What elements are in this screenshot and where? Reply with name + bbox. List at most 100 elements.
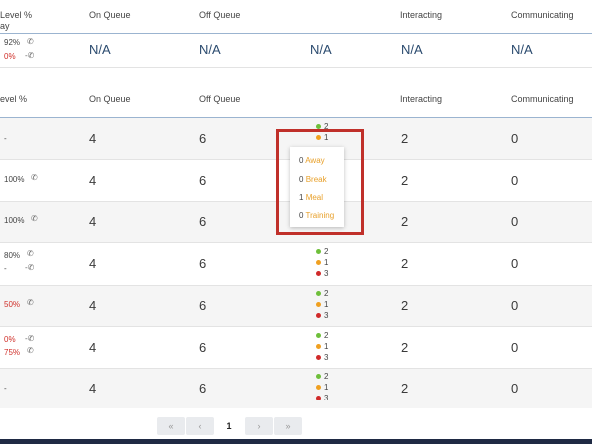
phone-icon: ✆ [31, 173, 38, 182]
row-interacting: 2 [401, 173, 409, 188]
row-pct2: - [4, 264, 7, 273]
row-pct1: 100% [4, 175, 25, 184]
row-pct1: - [4, 134, 7, 143]
prev-page-button[interactable]: ‹ [186, 417, 214, 435]
row-off-queue: 6 [199, 131, 207, 146]
summary-mid: N/A [310, 42, 332, 57]
row-on-queue: 4 [89, 256, 97, 271]
divider [0, 285, 592, 286]
row-interacting: 2 [401, 256, 409, 271]
orange-dot-icon [316, 344, 321, 350]
header-interacting-2[interactable]: Interacting [400, 94, 442, 104]
row-interacting: 2 [401, 298, 409, 313]
row-off-queue: 6 [199, 381, 207, 396]
divider [0, 67, 592, 68]
next-page-button[interactable]: › [245, 417, 273, 435]
orange-dot-icon [316, 260, 321, 266]
phone-icon: ✆ [31, 214, 38, 223]
header-service-level: Level % [0, 10, 33, 20]
status-offline: 3 [316, 311, 328, 320]
summary-on-queue: N/A [89, 42, 111, 57]
row-pct1: 50% [4, 300, 21, 309]
row-communicating: 0 [511, 131, 519, 146]
row-on-queue: 4 [89, 340, 97, 355]
status-offline: 3 [316, 353, 328, 362]
divider [0, 368, 592, 369]
row-interacting: 2 [401, 214, 409, 229]
header-communicating-2[interactable]: Communicating [511, 94, 574, 104]
row-on-queue: 4 [89, 214, 97, 229]
summary-off-queue: N/A [199, 42, 221, 57]
row-off-queue: 6 [199, 340, 207, 355]
status-offline: 3 [316, 269, 328, 278]
header-communicating[interactable]: Communicating [511, 10, 574, 20]
header-on-queue-2[interactable]: On Queue [89, 94, 131, 104]
red-dot-icon [316, 271, 321, 277]
row-pct1: 100% [4, 216, 25, 225]
current-page[interactable]: 1 [215, 417, 243, 435]
orange-dot-icon [316, 385, 321, 391]
row-pct1: 0% [4, 335, 16, 344]
row-on-queue: 4 [89, 173, 97, 188]
row-communicating: 0 [511, 381, 519, 396]
first-page-button[interactable]: « [157, 417, 185, 435]
callback-icon: -✆ [25, 334, 35, 343]
green-dot-icon [316, 249, 321, 255]
status-away[interactable]: 1 [316, 383, 328, 392]
header-service-level-sub: ay [0, 21, 10, 31]
header-off-queue[interactable]: Off Queue [199, 10, 240, 20]
divider [0, 242, 592, 243]
callback-icon: -✆ [25, 51, 35, 60]
row-off-queue: 6 [199, 214, 207, 229]
row-off-queue: 6 [199, 173, 207, 188]
row-interacting: 2 [401, 131, 409, 146]
header-off-queue-2[interactable]: Off Queue [199, 94, 240, 104]
green-dot-icon [316, 374, 321, 380]
status-available: 2 [316, 331, 328, 340]
summary-pct1: 92% [4, 38, 21, 47]
row-off-queue: 6 [199, 298, 207, 313]
red-dot-icon [316, 396, 321, 400]
status-available: 2 [316, 372, 328, 381]
status-away[interactable]: 1 [316, 258, 328, 267]
row-on-queue: 4 [89, 298, 97, 313]
red-dot-icon [316, 313, 321, 319]
row-communicating: 0 [511, 340, 519, 355]
bottom-bar [0, 439, 592, 444]
row-communicating: 0 [511, 214, 519, 229]
header-interacting[interactable]: Interacting [400, 10, 442, 20]
summary-interacting: N/A [401, 42, 423, 57]
status-available: 2 [316, 289, 328, 298]
green-dot-icon [316, 291, 321, 297]
orange-dot-icon [316, 302, 321, 308]
callback-icon: -✆ [25, 263, 35, 272]
summary-communicating: N/A [511, 42, 533, 57]
last-page-button[interactable]: » [274, 417, 302, 435]
status-away[interactable]: 1 [316, 300, 328, 309]
summary-pct2: 0% [4, 52, 16, 61]
header-on-queue[interactable]: On Queue [89, 10, 131, 20]
row-communicating: 0 [511, 256, 519, 271]
status-available: 2 [316, 247, 328, 256]
divider [0, 326, 592, 327]
red-dot-icon [316, 355, 321, 361]
row-interacting: 2 [401, 381, 409, 396]
highlight-box [276, 129, 364, 235]
row-communicating: 0 [511, 298, 519, 313]
status-offline: 3 [316, 394, 328, 400]
row-on-queue: 4 [89, 381, 97, 396]
phone-icon: ✆ [27, 346, 34, 355]
row-off-queue: 6 [199, 256, 207, 271]
phone-icon: ✆ [27, 37, 34, 46]
row-pct1: - [4, 384, 7, 393]
status-away[interactable]: 1 [316, 342, 328, 351]
row-interacting: 2 [401, 340, 409, 355]
phone-icon: ✆ [27, 249, 34, 258]
row-pct1: 80% [4, 251, 21, 260]
row-pct2: 75% [4, 348, 21, 357]
header-service-level-2: evel % [0, 94, 28, 104]
row-communicating: 0 [511, 173, 519, 188]
row-on-queue: 4 [89, 131, 97, 146]
divider [0, 33, 592, 34]
phone-icon: ✆ [27, 298, 34, 307]
